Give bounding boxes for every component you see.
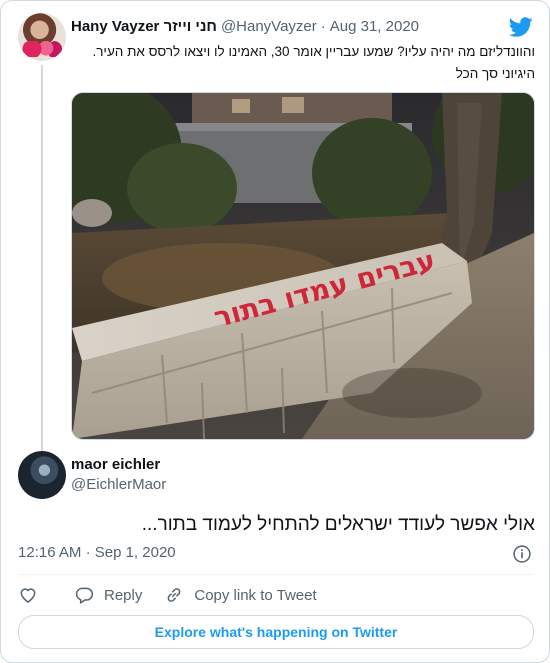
info-icon[interactable]	[512, 544, 532, 564]
explore-twitter-button[interactable]: Explore what's happening on Twitter	[18, 615, 534, 649]
tweet-photo[interactable]: עברים עמדו בתור	[71, 92, 535, 440]
parent-author-handle[interactable]: @HanyVayzer	[221, 18, 317, 35]
heart-icon	[20, 588, 36, 603]
reply-label: Reply	[104, 586, 143, 604]
avatar-flowers	[22, 41, 62, 57]
tweet-actions: Reply Copy link to Tweet	[18, 583, 317, 607]
reply-author-avatar[interactable]	[18, 451, 66, 499]
link-icon	[167, 588, 181, 602]
thread-connector-line	[41, 65, 43, 451]
reply-icon	[75, 587, 94, 604]
divider	[18, 574, 534, 575]
photo-graffiti-scene: עברים עמדו בתור	[72, 93, 534, 439]
reply-button[interactable]: Reply	[74, 585, 142, 605]
reply-tweet-time[interactable]: 12:16 AM	[18, 544, 81, 561]
tweet-embed-card: Hany Vayzer חני וייזר @HanyVayzer · Aug …	[0, 0, 550, 663]
meta-separator: ·	[85, 544, 91, 561]
reply-tweet-meta: 12:16 AM · Sep 1, 2020	[18, 544, 176, 561]
twitter-logo-icon[interactable]	[509, 15, 533, 39]
parent-tweet-date[interactable]: Aug 31, 2020	[330, 18, 419, 35]
header-separator: ·	[320, 17, 326, 35]
like-button[interactable]	[18, 585, 38, 605]
parent-author-avatar[interactable]	[18, 13, 66, 61]
reply-author-handle[interactable]: @EichlerMaor	[71, 476, 166, 493]
parent-author-name[interactable]: Hany Vayzer חני וייזר	[71, 18, 217, 35]
reply-tweet-date[interactable]: Sep 1, 2020	[95, 544, 176, 561]
reply-author-name[interactable]: maor eichler	[71, 456, 160, 473]
copy-link-label: Copy link to Tweet	[194, 586, 317, 604]
parent-tweet-text: והוונדליזם מה יהיה עליו? שמעו עבריין אומ…	[92, 44, 535, 81]
reply-tweet-text: אולי אפשר לעודד ישראלים להתחיל לעמוד בתו…	[141, 514, 535, 535]
parent-tweet-header: Hany Vayzer חני וייזר @HanyVayzer · Aug …	[71, 15, 419, 37]
copy-link-button[interactable]: Copy link to Tweet	[164, 585, 317, 605]
